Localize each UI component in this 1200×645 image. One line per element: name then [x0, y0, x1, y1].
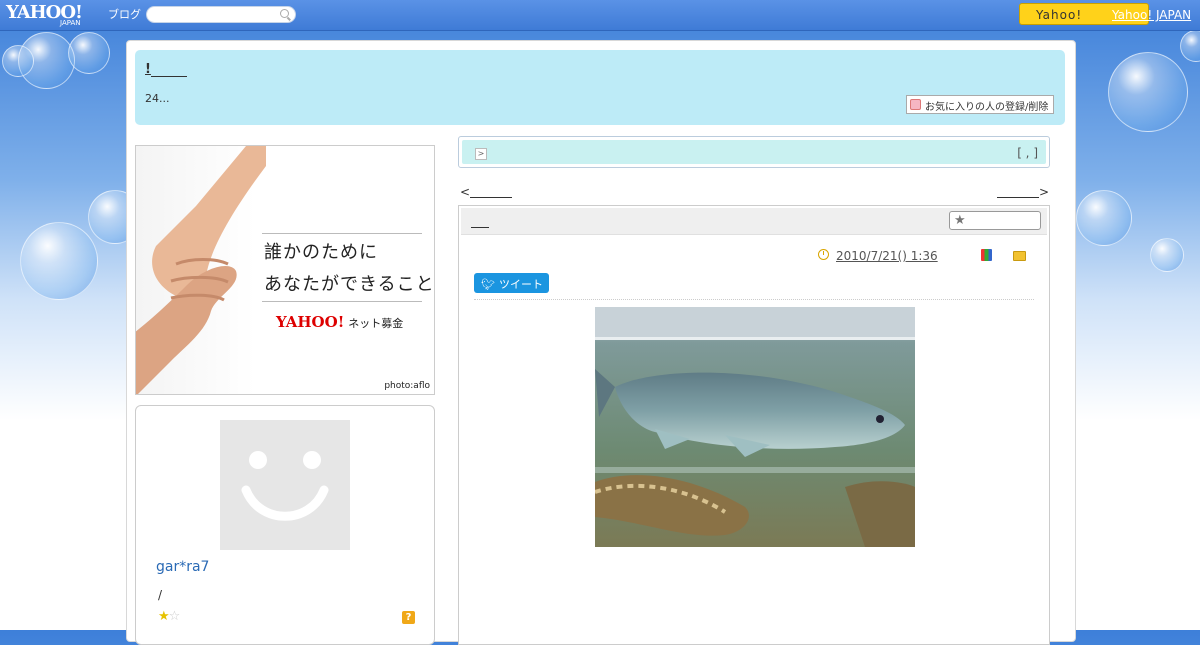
ad-headline-1: 誰かのために — [264, 242, 378, 263]
favorite-register-label: お気に入りの人の登録/削除 — [925, 102, 1049, 113]
notice-bracket: [ , ] — [1017, 146, 1038, 160]
logo-sub: JAPAN — [60, 19, 81, 27]
bubble-decoration — [2, 45, 34, 77]
bookmark-icon[interactable] — [981, 249, 992, 261]
divider — [474, 299, 1034, 300]
handshake-image — [136, 146, 266, 394]
donation-ad-banner[interactable]: 誰かのために あなたができること YAHOO! ネット募金 photo:aflo — [135, 145, 435, 395]
search-icon[interactable] — [280, 9, 289, 18]
next-article-link[interactable]: > — [997, 185, 1049, 199]
article-panel: ★ 2010/7/21() 1:36 🐦︎ ツイート — [458, 205, 1050, 645]
favorite-register-button[interactable]: お気に入りの人の登録/削除 — [906, 95, 1054, 114]
fish-tank-image — [595, 307, 915, 547]
article-date-link[interactable]: 2010/7/21() 1:36 — [836, 249, 938, 263]
ad-logo-text: YAHOO! — [276, 313, 345, 331]
article-header: ★ — [461, 208, 1047, 235]
bubble-decoration — [1108, 52, 1188, 132]
bubble-decoration — [20, 222, 98, 300]
prev-article-link[interactable]: < — [460, 185, 513, 199]
bubble-decoration — [1076, 190, 1132, 246]
yahoo-japan-link[interactable]: Yahoo! JAPAN — [1112, 8, 1191, 22]
ad-photo-credit: photo:aflo — [384, 381, 430, 391]
top-bar: YAHOO! JAPAN ブログ Yahoo! Yahoo! JAPAN — [0, 0, 1200, 31]
folder-icon[interactable] — [1013, 251, 1026, 261]
rating-stars: ★☆ — [158, 609, 181, 624]
bubble-decoration — [68, 32, 110, 74]
clock-icon — [818, 249, 829, 260]
yahoo-blog-logo[interactable]: YAHOO! JAPAN ブログ — [6, 2, 141, 27]
blog-header: ! 24... お気に入りの人の登録/削除 — [135, 50, 1065, 125]
next-arrow: > — [1039, 185, 1050, 199]
tweet-button[interactable]: 🐦︎ ツイート — [474, 273, 549, 293]
article-photo-fish[interactable] — [595, 307, 915, 547]
star-icon: ★ — [954, 213, 966, 228]
bubble-decoration — [1150, 238, 1184, 272]
star-off-icon: ☆ — [168, 609, 181, 624]
profile-note: / — [158, 588, 163, 602]
heart-icon — [910, 99, 921, 110]
favorite-star-button[interactable]: ★ — [949, 211, 1041, 230]
help-icon[interactable]: ? — [402, 611, 415, 624]
bubble-decoration — [1180, 30, 1200, 62]
profile-username-link[interactable]: gar*ra7 — [156, 559, 209, 575]
twitter-bird-icon: 🐦︎ — [481, 278, 495, 291]
chevron-right-icon[interactable]: > — [475, 148, 487, 160]
prev-arrow: < — [460, 185, 471, 199]
search-input[interactable] — [146, 6, 296, 23]
blog-description: 24... — [145, 92, 170, 105]
ad-yahoo-logo: YAHOO! ネット募金 — [276, 313, 403, 331]
tweet-label: ツイート — [498, 278, 543, 291]
blog-title[interactable]: ! — [145, 62, 187, 77]
smiley-avatar-icon — [241, 451, 329, 521]
logo-product: ブログ — [108, 8, 141, 21]
star-on-icon: ★ — [158, 609, 170, 624]
article-title-link[interactable] — [471, 217, 489, 228]
notice-bar: > [ , ] — [458, 136, 1050, 168]
ad-logo-sub: ネット募金 — [348, 317, 404, 330]
ad-headline-2: あなたができること — [264, 274, 435, 295]
profile-panel: gar*ra7 / ★☆ ? — [135, 405, 435, 645]
avatar[interactable] — [220, 420, 350, 550]
